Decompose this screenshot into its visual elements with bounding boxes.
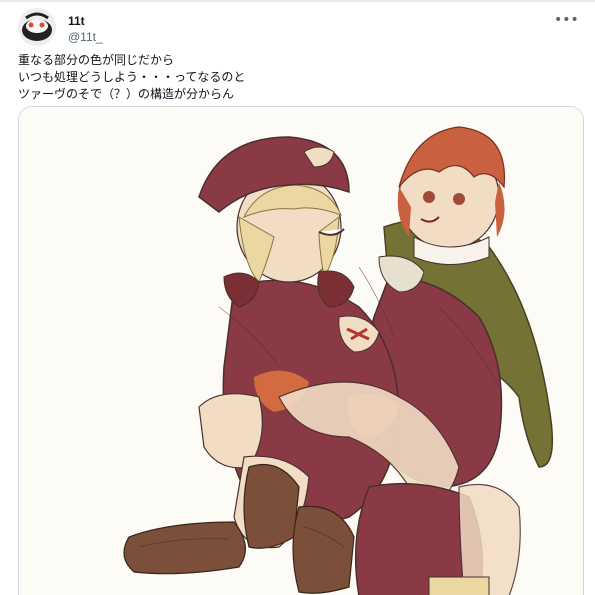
tweet-text: 重なる部分の色が同じだから いつも処理どうしよう・・・ってなるのと ツァーヴのそ… bbox=[18, 52, 578, 103]
tweet-text-line: 重なる部分の色が同じだから bbox=[18, 53, 175, 67]
tweet-header: 11t @11t_ ••• bbox=[18, 8, 579, 48]
tweet-card: 11t @11t_ ••• 重なる部分の色が同じだから いつも処理どうしよう・・… bbox=[0, 0, 595, 595]
tweet-text-line: ツァーヴのそで（？）の構造が分からん bbox=[18, 87, 235, 101]
attached-illustration[interactable] bbox=[18, 106, 584, 595]
more-horizontal-icon: ••• bbox=[554, 12, 579, 28]
author-handle[interactable]: @11t_ bbox=[68, 30, 103, 44]
more-options-button[interactable]: ••• bbox=[554, 10, 579, 30]
tweet-text-line: いつも処理どうしよう・・・ってなるのと bbox=[18, 70, 246, 84]
author-name[interactable]: 11t bbox=[68, 14, 85, 28]
avatar[interactable] bbox=[18, 8, 56, 46]
divider bbox=[0, 0, 595, 2]
illustration-drawing bbox=[19, 107, 583, 595]
